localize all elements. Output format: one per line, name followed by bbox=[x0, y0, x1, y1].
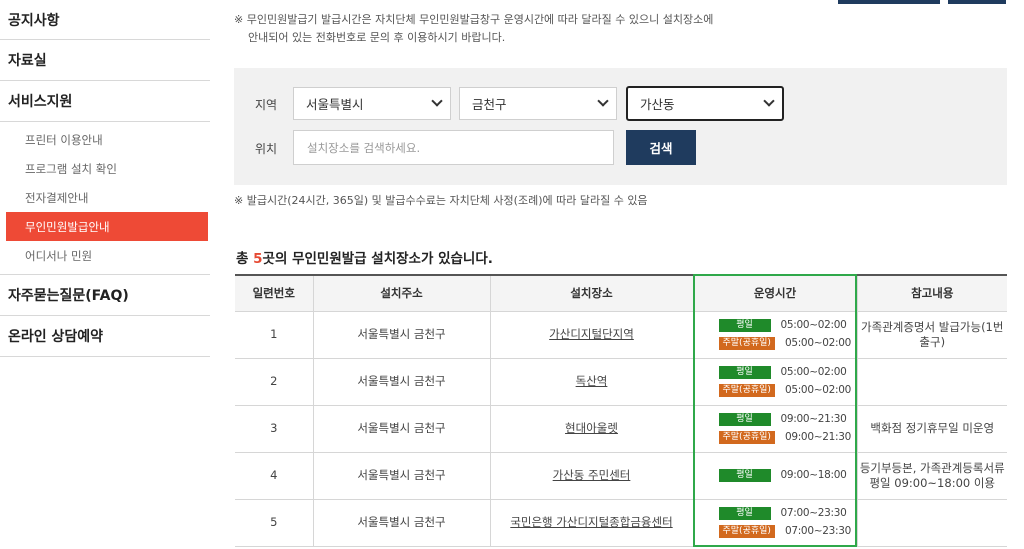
sidebar-subitem-kiosk-guide[interactable]: 무인민원발급안내 bbox=[6, 212, 208, 241]
weekday-badge: 평일 bbox=[718, 366, 771, 379]
cell-no: 5 bbox=[235, 498, 314, 547]
chevron-down-icon bbox=[431, 95, 443, 107]
notice-fee: ※ 발급시간(24시간, 365일) 및 발급수수료는 자치단체 사정(조례)에… bbox=[234, 194, 648, 207]
cell-hours: 평일 07:00~23:30 주말(공휴일) 07:00~23:30 bbox=[692, 498, 858, 547]
holiday-badge: 주말(공휴일) bbox=[718, 337, 775, 350]
cell-address: 서울특별시 금천구 bbox=[312, 357, 491, 406]
notice-line-2: 안내되어 있는 전화번호로 문의 후 이용하시기 바랍니다. bbox=[248, 31, 506, 44]
table-row: 5 서울특별시 금천구 국민은행 가산디지털종합금융센터 평일 07:00~23:… bbox=[235, 498, 1007, 547]
place-link[interactable]: 국민은행 가산디지털종합금융센터 bbox=[510, 515, 672, 529]
sidebar-submenu: 프린터 이용안내 프로그램 설치 확인 전자결제안내 무인민원발급안내 어디서나… bbox=[0, 122, 210, 275]
region-label: 지역 bbox=[255, 98, 278, 112]
cell-hours: 평일 05:00~02:00 주말(공휴일) 05:00~02:00 bbox=[692, 310, 858, 359]
holiday-hours: 09:00~21:30 bbox=[784, 431, 851, 443]
cell-address: 서울특별시 금천구 bbox=[312, 451, 491, 500]
cell-no: 4 bbox=[235, 451, 314, 500]
weekday-badge: 평일 bbox=[718, 413, 771, 426]
sidebar-subitem-payment[interactable]: 전자결제안내 bbox=[0, 183, 210, 212]
sidebar-item-resources[interactable]: 자료실 bbox=[0, 40, 210, 81]
result-prefix: 총 bbox=[236, 251, 254, 267]
col-header-address: 설치주소 bbox=[312, 275, 491, 312]
notice-line-1: ※ 무인민원발급기 발급시간은 자치단체 무인민원발급창구 운영시간에 따라 달… bbox=[234, 13, 714, 26]
result-suffix: 곳의 무인민원발급 설치장소가 있습니다. bbox=[262, 251, 493, 267]
sidebar: 공지사항 자료실 서비스지원 프린터 이용안내 프로그램 설치 확인 전자결제안… bbox=[0, 0, 210, 357]
cell-note bbox=[856, 498, 1007, 547]
table-row: 1 서울특별시 금천구 가산디지털단지역 평일 05:00~02:00 주말(공휴… bbox=[235, 310, 1007, 359]
table-row: 4 서울특별시 금천구 가산동 주민센터 평일 09:00~18:00 등기부등본… bbox=[235, 451, 1007, 500]
place-link[interactable]: 현대아울렛 bbox=[565, 421, 618, 435]
place-link[interactable]: 독산역 bbox=[576, 374, 608, 388]
notice-hours: ※ 무인민원발급기 발급시간은 자치단체 무인민원발급창구 운영시간에 따라 달… bbox=[234, 11, 754, 47]
top-action-button-2[interactable] bbox=[948, 0, 1006, 4]
col-header-hours: 운영시간 bbox=[692, 275, 858, 312]
result-count: 5 bbox=[253, 251, 263, 267]
weekday-badge: 평일 bbox=[718, 319, 771, 332]
col-header-note: 참고내용 bbox=[856, 275, 1007, 312]
cell-hours: 평일 09:00~21:30 주말(공휴일) 09:00~21:30 bbox=[692, 404, 858, 453]
result-count-title: 총 5곳의 무인민원발급 설치장소가 있습니다. bbox=[236, 247, 493, 267]
cell-address: 서울특별시 금천구 bbox=[312, 310, 491, 359]
search-placeholder: 설치장소를 검색하세요. bbox=[307, 140, 421, 155]
sidebar-subitem-printer[interactable]: 프린터 이용안내 bbox=[0, 125, 210, 154]
holiday-badge: 주말(공휴일) bbox=[718, 525, 775, 538]
chevron-down-icon bbox=[763, 95, 775, 107]
holiday-hours: 05:00~02:00 bbox=[784, 337, 851, 349]
table-row: 2 서울특별시 금천구 독산역 평일 05:00~02:00 주말(공휴일) 05:… bbox=[235, 357, 1007, 406]
holiday-badge: 주말(공휴일) bbox=[718, 384, 775, 397]
place-link[interactable]: 가산디지털단지역 bbox=[549, 327, 634, 341]
cell-address: 서울특별시 금천구 bbox=[312, 404, 491, 453]
cell-note: 등기부등본, 가족관계등록서류 평일 09:00~18:00 이용 bbox=[856, 451, 1007, 500]
holiday-hours: 07:00~23:30 bbox=[784, 525, 851, 537]
table-row: 3 서울특별시 금천구 현대아울렛 평일 09:00~21:30 주말(공휴일) 0… bbox=[235, 404, 1007, 453]
city-select[interactable]: 서울특별시 bbox=[293, 87, 451, 120]
sidebar-subitem-anywhere[interactable]: 어디서나 민원 bbox=[0, 241, 210, 270]
cell-note: 가족관계증명서 발급가능(1번 출구) bbox=[856, 310, 1007, 359]
location-search-input[interactable]: 설치장소를 검색하세요. bbox=[293, 130, 614, 165]
sidebar-item-faq[interactable]: 자주묻는질문(FAQ) bbox=[0, 275, 210, 316]
dong-select-value: 가산동 bbox=[640, 97, 675, 112]
city-select-value: 서울특별시 bbox=[306, 97, 364, 112]
table-header-row: 일련번호 설치주소 설치장소 운영시간 참고내용 bbox=[235, 275, 1007, 312]
weekday-hours: 07:00~23:30 bbox=[780, 507, 847, 519]
holiday-badge: 주말(공휴일) bbox=[718, 431, 775, 444]
sidebar-item-notice[interactable]: 공지사항 bbox=[0, 0, 210, 40]
cell-note bbox=[856, 357, 1007, 406]
search-panel: 지역 서울특별시 금천구 가산동 위치 설치장소를 검색하세요. 검색 bbox=[234, 68, 1007, 185]
sidebar-item-consult[interactable]: 온라인 상담예약 bbox=[0, 316, 210, 357]
top-action-button-1[interactable] bbox=[838, 0, 940, 4]
cell-hours: 평일 09:00~18:00 bbox=[692, 451, 858, 500]
col-header-no: 일련번호 bbox=[235, 275, 314, 312]
location-label: 위치 bbox=[255, 142, 278, 156]
weekday-hours: 05:00~02:00 bbox=[780, 366, 847, 378]
weekday-hours: 09:00~18:00 bbox=[780, 469, 847, 481]
col-header-place: 설치장소 bbox=[489, 275, 694, 312]
cell-address: 서울특별시 금천구 bbox=[312, 498, 491, 547]
sidebar-item-service-support[interactable]: 서비스지원 bbox=[0, 81, 210, 122]
dong-select[interactable]: 가산동 bbox=[626, 86, 784, 121]
cell-no: 2 bbox=[235, 357, 314, 406]
search-button[interactable]: 검색 bbox=[626, 130, 696, 165]
district-select-value: 금천구 bbox=[472, 97, 507, 112]
weekday-badge: 평일 bbox=[718, 507, 771, 520]
cell-no: 3 bbox=[235, 404, 314, 453]
weekday-hours: 09:00~21:30 bbox=[780, 413, 847, 425]
cell-no: 1 bbox=[235, 310, 314, 359]
district-select[interactable]: 금천구 bbox=[459, 87, 617, 120]
chevron-down-icon bbox=[597, 95, 609, 107]
weekday-hours: 05:00~02:00 bbox=[780, 319, 847, 331]
cell-note: 백화점 정기휴무일 미운영 bbox=[856, 404, 1007, 453]
place-link[interactable]: 가산동 주민센터 bbox=[553, 468, 631, 482]
kiosk-table: 일련번호 설치주소 설치장소 운영시간 참고내용 1 서울특별시 금천구 가산디… bbox=[235, 274, 1007, 547]
weekday-badge: 평일 bbox=[718, 469, 771, 482]
sidebar-subitem-program-check[interactable]: 프로그램 설치 확인 bbox=[0, 154, 210, 183]
holiday-hours: 05:00~02:00 bbox=[784, 384, 851, 396]
cell-hours: 평일 05:00~02:00 주말(공휴일) 05:00~02:00 bbox=[692, 357, 858, 406]
